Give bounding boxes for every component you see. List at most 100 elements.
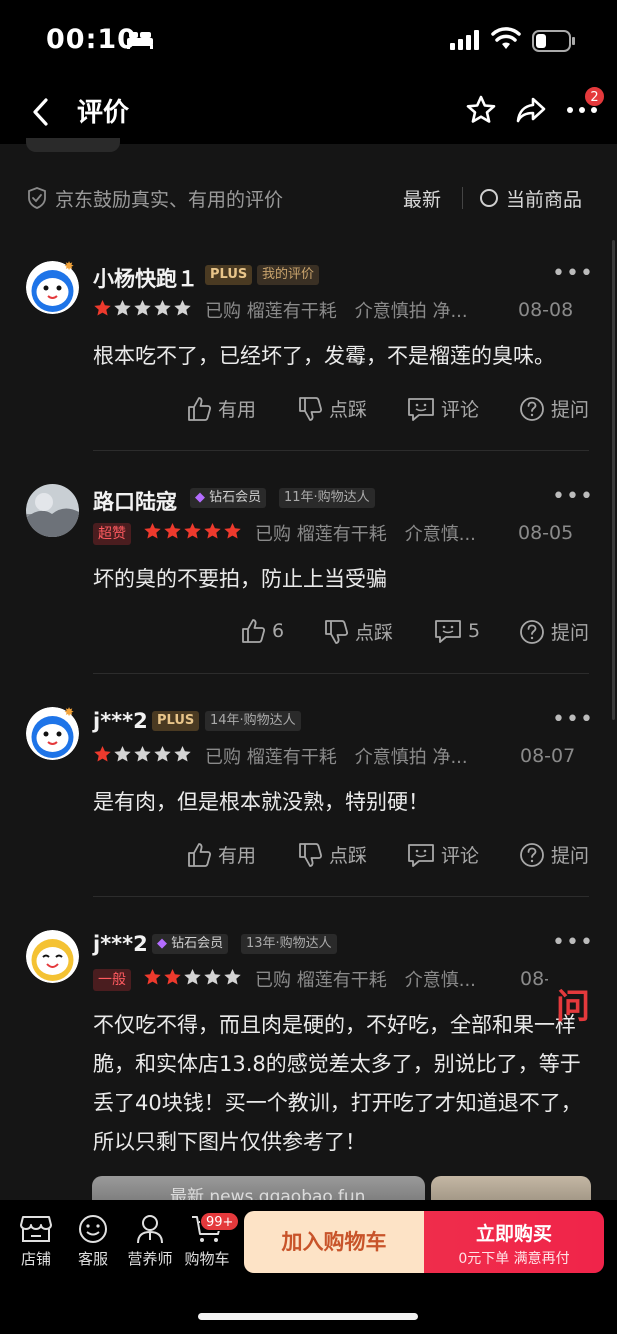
divider [93,450,589,451]
star-filled-icon [164,523,181,539]
diamond-icon: ◆ [195,490,205,505]
notification-badge: 2 [584,86,605,107]
star-empty-icon [174,746,191,762]
thumbs-down-icon [299,842,323,867]
thumbs-up-icon [242,619,266,643]
star-filled-icon [94,300,111,316]
cart-label: 购物车 [184,1250,230,1268]
ask-button[interactable]: 提问 [519,618,589,645]
buy-now-button[interactable]: 立即购买 0元下单 满意再付 [424,1211,604,1273]
status-time: 00:10 [46,24,137,55]
home-indicator[interactable] [198,1313,418,1320]
useful-button[interactable]: 6 [240,618,284,644]
customer-service-icon [79,1215,107,1243]
star-filled-icon [184,523,201,539]
review-item: j***2 ◆ 钻石会员 13年·购物达人 ••• 一般 已购 榴莲有干耗 介意… [0,930,617,1200]
comment-button[interactable]: 评论 [407,841,479,868]
useful-label: 有用 [218,399,257,421]
thumbs-up-icon [188,842,212,867]
review-item: ✸ j***2 PLUS 14年·购物达人 ••• 已购 榴莲有干耗 介意慎拍 … [0,705,617,897]
more-options-icon[interactable]: ••• [552,261,594,286]
rating-stars [143,522,243,542]
reviewer-name[interactable]: 小杨快跑１ [93,263,198,293]
share-icon[interactable] [515,94,547,126]
dislike-label: 点踩 [329,399,368,421]
reviewer-name[interactable]: j***2 [93,709,148,733]
review-actions: 6 点踩 5 提问 [0,618,617,654]
customer-service-label: 客服 [77,1250,108,1268]
verified-shield-icon [28,187,46,209]
battery-icon [532,30,575,52]
more-options-icon[interactable]: ••• [552,484,594,509]
more-options-icon[interactable]: ••• [552,707,594,732]
sleep-mode-icon [127,32,153,49]
comment-button[interactable]: 5 [434,618,480,644]
divider [93,673,589,674]
comment-icon [408,843,434,867]
star-empty-icon [154,746,171,762]
review-actions: 有用 点踩 评论 提问 [0,841,617,877]
member-tier-label: 钻石会员 [171,936,224,951]
wifi-icon [491,27,521,49]
thumbs-down-icon [325,619,349,644]
star-filled-icon [144,523,161,539]
store-button[interactable]: 店铺 [8,1214,64,1269]
star-empty-icon [174,300,191,316]
useful-count: 6 [272,620,285,642]
avatar[interactable] [26,930,79,983]
cellular-signal-icon [450,30,479,50]
star-filled-icon [224,523,241,539]
star-filled-icon [204,523,221,539]
review-date: 08-07 [520,968,548,990]
review-date: 08-07 [520,745,576,767]
favorite-star-icon[interactable] [465,94,497,126]
review-content: 是有肉，但是根本就没熟，特别硬！ [93,790,429,814]
current-product-filter[interactable]: 当前商品 [506,185,582,212]
dislike-button[interactable]: 点踩 [323,618,393,645]
rating-label-badge: 超赞 [93,523,131,545]
avatar-star-icon: ✸ [64,259,75,273]
dislike-label: 点踩 [329,845,368,867]
purchased-variant: 已购 榴莲有干耗 介意慎... [255,970,476,991]
question-icon [520,619,544,644]
purchased-variant: 已购 榴莲有干耗 介意慎拍 净... [205,301,468,322]
nutritionist-button[interactable]: 营养师 [122,1214,178,1269]
comment-icon [408,397,434,421]
diamond-member-tag: ◆ 钻石会员 [190,488,267,508]
useful-button[interactable]: 有用 [186,395,256,422]
rating-stars [93,299,193,319]
dislike-button[interactable]: 点踩 [297,395,367,422]
star-filled-icon [164,969,181,985]
star-empty-icon [134,746,151,762]
review-item: 路口陆寇 ◆ 钻石会员 11年·购物达人 ••• 超赞 已购 榴莲有干耗 介意慎… [0,484,617,674]
reviewer-name[interactable]: j***2 [93,932,148,956]
comment-count: 5 [468,620,481,642]
member-tier-label: 钻石会员 [209,490,262,505]
sort-latest-button[interactable]: 最新 [403,185,441,212]
avatar[interactable] [26,484,79,537]
add-to-cart-button[interactable]: 加入购物车 [244,1211,424,1273]
nutritionist-label: 营养师 [127,1250,173,1268]
more-options-icon[interactable]: ••• [552,930,594,955]
filter-bar: 京东鼓励真实、有用的评价 最新 当前商品 [0,170,617,226]
useful-button[interactable]: 有用 [186,841,256,868]
dislike-button[interactable]: 点踩 [297,841,367,868]
floating-ask-button[interactable]: 问 [548,982,598,1032]
back-arrow-icon[interactable] [26,92,56,132]
ask-button[interactable]: 提问 [519,395,589,422]
thumbs-up-icon [188,396,212,421]
cart-count-badge: 99+ [200,1212,240,1231]
rating-label-badge: 一般 [93,969,131,991]
star-filled-icon [144,969,161,985]
ask-label: 提问 [551,845,590,867]
comment-label: 评论 [441,845,480,867]
reviewer-name[interactable]: 路口陆寇 [93,486,177,516]
radio-unchecked-icon[interactable] [480,189,498,207]
review-content: 坏的臭的不要拍，防止上当受骗 [93,567,387,591]
customer-service-button[interactable]: 客服 [65,1214,121,1269]
status-bar: 00:10 [0,0,617,80]
review-item: ✸ 小杨快跑１ PLUS 我的评价 ••• 已购 榴莲有干耗 介意慎拍 净...… [0,259,617,451]
comment-button[interactable]: 评论 [407,395,479,422]
ask-button[interactable]: 提问 [519,841,589,868]
star-empty-icon [114,746,131,762]
